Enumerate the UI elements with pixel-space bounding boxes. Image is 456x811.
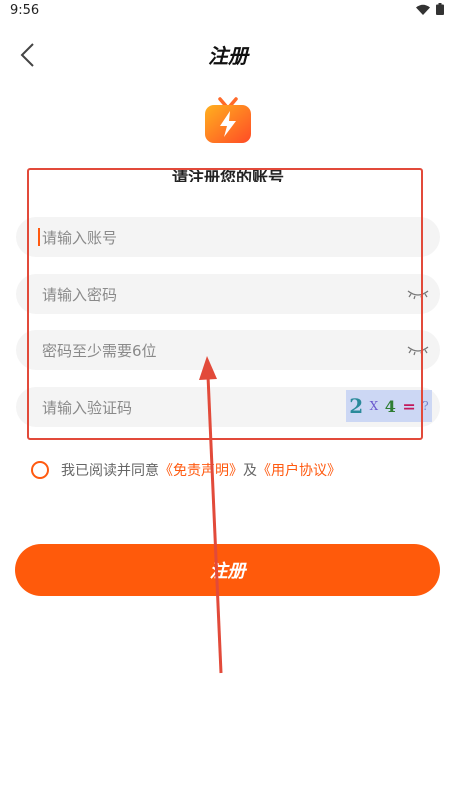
app-logo xyxy=(203,96,253,146)
wifi-icon xyxy=(416,4,430,15)
captcha-digit: 4 xyxy=(384,396,396,416)
eye-closed-icon[interactable] xyxy=(406,286,430,302)
password-input[interactable] xyxy=(40,274,364,316)
captcha-operator: X xyxy=(369,399,379,413)
page-title: 注册 xyxy=(208,44,248,68)
tv-lightning-icon xyxy=(205,97,251,143)
agreement-radio[interactable] xyxy=(31,461,49,479)
user-agreement-link[interactable]: 《用户协议》 xyxy=(257,460,341,480)
agreement-and: 及 xyxy=(243,463,257,479)
account-input[interactable] xyxy=(40,217,364,259)
status-time: 9:56 xyxy=(10,3,40,18)
agreement-row: 我已阅读并同意 《免责声明》 及 《用户协议》 xyxy=(31,460,341,480)
captcha-equals: = xyxy=(402,396,416,416)
captcha-input[interactable] xyxy=(40,387,344,429)
captcha-field-container: 2 X 4 = ? xyxy=(16,387,440,429)
form-subtitle: 请注册您的账号 xyxy=(171,168,284,182)
captcha-question: ? xyxy=(422,399,429,413)
confirm-password-input[interactable] xyxy=(40,330,364,372)
confirm-password-field-container xyxy=(16,330,440,372)
disclaimer-link[interactable]: 《免责声明》 xyxy=(159,460,243,480)
account-field-container xyxy=(16,217,440,259)
captcha-digit: 2 xyxy=(349,394,364,418)
eye-closed-icon[interactable] xyxy=(406,342,430,358)
battery-icon xyxy=(436,3,444,15)
status-icons xyxy=(416,3,444,15)
agreement-prefix: 我已阅读并同意 xyxy=(61,463,159,479)
captcha-image[interactable]: 2 X 4 = ? xyxy=(346,390,432,422)
register-button[interactable]: 注册 xyxy=(15,544,440,596)
password-field-container xyxy=(16,274,440,316)
